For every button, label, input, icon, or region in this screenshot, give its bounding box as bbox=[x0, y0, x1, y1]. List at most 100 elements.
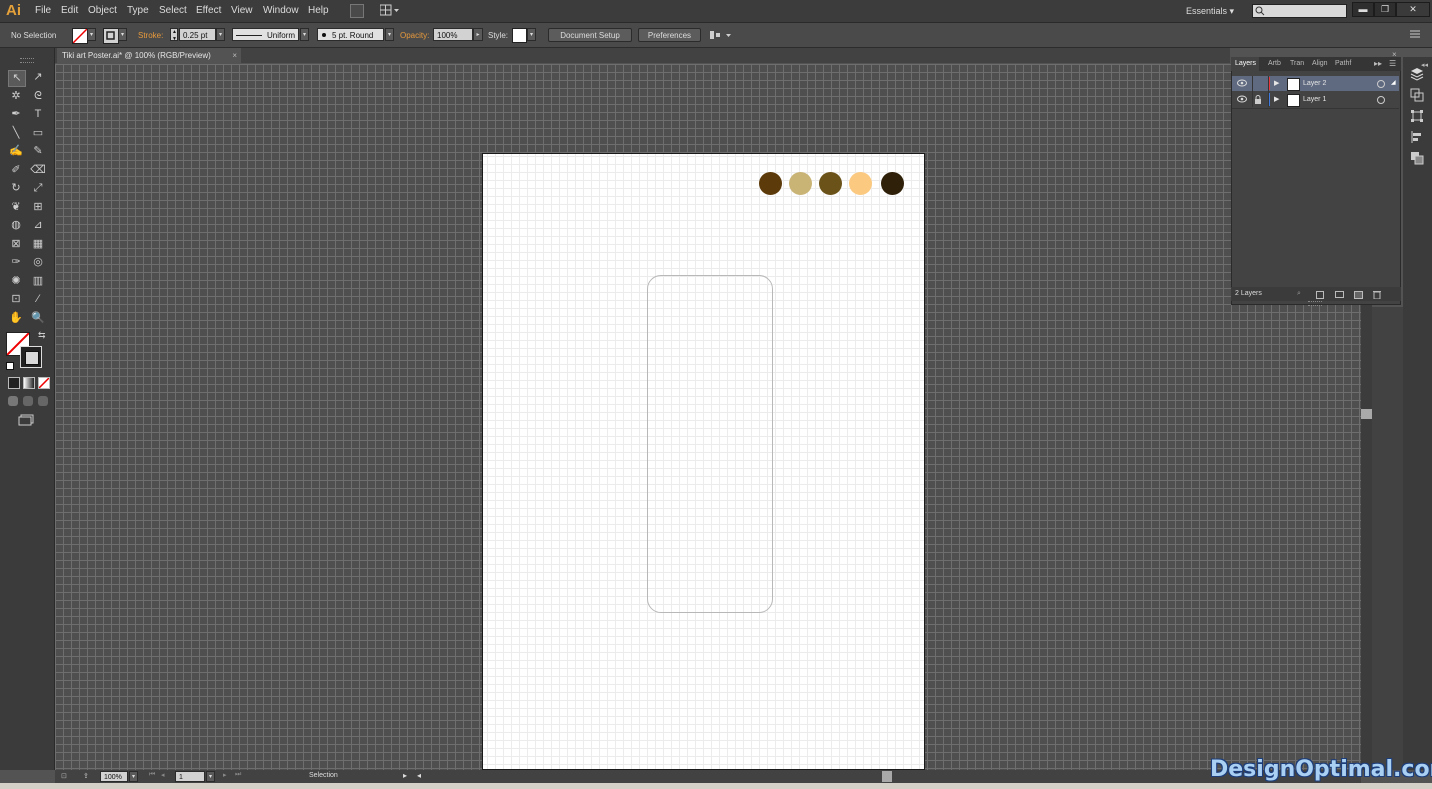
line-tool-icon[interactable]: ╲ bbox=[8, 126, 24, 141]
lock-icon[interactable] bbox=[1254, 95, 1262, 104]
stroke-weight-dropdown[interactable]: ▾ bbox=[216, 28, 225, 41]
color-swatch-circle[interactable] bbox=[819, 172, 842, 195]
menu-file[interactable]: File bbox=[35, 5, 51, 16]
clipping-mask-icon[interactable] bbox=[1316, 291, 1324, 299]
screen-mode-icon[interactable] bbox=[18, 414, 34, 426]
shape-builder-tool-icon[interactable]: ◍ bbox=[8, 218, 24, 233]
tab-artboards[interactable]: Artb bbox=[1268, 57, 1281, 71]
preferences-button[interactable]: Preferences bbox=[638, 28, 701, 42]
menu-help[interactable]: Help bbox=[308, 5, 329, 16]
zoom-dropdown[interactable]: ▾ bbox=[129, 771, 138, 782]
blob-brush-tool-icon[interactable]: ✐ bbox=[8, 163, 24, 178]
pen-tool-icon[interactable]: ✒ bbox=[8, 107, 24, 122]
tab-transform[interactable]: Tran bbox=[1290, 57, 1304, 71]
fill-swatch[interactable] bbox=[72, 28, 88, 44]
swap-fill-stroke-icon[interactable]: ⇆ bbox=[38, 330, 46, 341]
target-circle-icon[interactable] bbox=[1377, 80, 1385, 88]
trash-icon[interactable] bbox=[1373, 290, 1381, 299]
variable-width-profile[interactable]: Uniform bbox=[232, 28, 299, 41]
panel-menu-icon[interactable]: ☰ bbox=[1389, 57, 1396, 71]
magic-wand-tool-icon[interactable]: ✲ bbox=[8, 89, 24, 104]
style-dropdown[interactable]: ▾ bbox=[527, 28, 536, 41]
expand-triangle-icon[interactable]: ▶ bbox=[1274, 76, 1279, 91]
align-panel-icon[interactable] bbox=[1410, 130, 1424, 144]
draw-inside-icon[interactable] bbox=[38, 396, 48, 406]
share-icon[interactable]: ⇪ bbox=[83, 772, 89, 780]
blend-tool-icon[interactable]: ◎ bbox=[30, 255, 46, 270]
gradient-tool-icon[interactable]: ▦ bbox=[30, 237, 46, 252]
pencil-tool-icon[interactable]: ✎ bbox=[30, 144, 46, 159]
direct-selection-tool-icon[interactable]: ↗ bbox=[30, 70, 46, 85]
tab-layers[interactable]: Layers bbox=[1231, 57, 1259, 71]
free-transform-tool-icon[interactable]: ⊞ bbox=[30, 200, 46, 215]
restore-button[interactable]: ❐ bbox=[1374, 2, 1396, 17]
menu-type[interactable]: Type bbox=[127, 5, 149, 16]
scroll-left-icon[interactable]: ◂ bbox=[417, 771, 421, 780]
eyedropper-tool-icon[interactable]: ✑ bbox=[8, 255, 24, 270]
layer-name[interactable]: Layer 1 bbox=[1303, 92, 1326, 107]
draw-behind-icon[interactable] bbox=[23, 396, 33, 406]
stroke-swatch[interactable] bbox=[103, 28, 119, 44]
arrange-documents-icon[interactable] bbox=[380, 4, 400, 16]
stroke-label[interactable]: Stroke: bbox=[138, 31, 163, 40]
workspace-switcher[interactable]: Essentials ▾ bbox=[1186, 6, 1234, 17]
menu-window[interactable]: Window bbox=[263, 5, 299, 16]
rectangle-tool-icon[interactable]: ▭ bbox=[30, 126, 46, 141]
gradient-mode-icon[interactable] bbox=[23, 377, 35, 389]
warp-tool-icon[interactable]: ❦ bbox=[8, 200, 24, 215]
color-swatch-circle[interactable] bbox=[849, 172, 872, 195]
rotate-tool-icon[interactable]: ↻ bbox=[8, 181, 24, 196]
perspective-grid-tool-icon[interactable]: ⊿ bbox=[30, 218, 46, 233]
menu-edit[interactable]: Edit bbox=[61, 5, 78, 16]
artboard-nav-icon[interactable]: ⊡ bbox=[61, 772, 67, 780]
zoom-tool-icon[interactable]: 🔍 bbox=[30, 311, 46, 326]
new-sublayer-icon[interactable] bbox=[1335, 291, 1344, 298]
control-panel-menu-icon[interactable] bbox=[1410, 30, 1420, 38]
tab-pathfinder[interactable]: Pathf bbox=[1335, 57, 1351, 71]
layer-row[interactable]: ▶ Layer 2 ◢ bbox=[1232, 76, 1399, 91]
locate-object-icon[interactable]: ⌕ bbox=[1297, 287, 1301, 301]
menu-select[interactable]: Select bbox=[159, 5, 187, 16]
column-graph-tool-icon[interactable]: ▥ bbox=[30, 274, 46, 289]
brush-dropdown[interactable]: ▾ bbox=[385, 28, 394, 41]
panel-expand-icon[interactable]: ▸▸ bbox=[1374, 57, 1382, 71]
menu-effect[interactable]: Effect bbox=[196, 5, 221, 16]
help-search-input[interactable] bbox=[1252, 4, 1347, 18]
bridge-icon[interactable] bbox=[350, 4, 364, 18]
mesh-tool-icon[interactable]: ⊠ bbox=[8, 237, 24, 252]
toolbox-grip[interactable] bbox=[20, 58, 34, 63]
graphic-style-swatch[interactable] bbox=[512, 28, 527, 43]
close-window-button[interactable]: ✕ bbox=[1396, 2, 1430, 17]
lasso-tool-icon[interactable]: ᘓ bbox=[30, 89, 46, 104]
visibility-eye-icon[interactable] bbox=[1237, 79, 1247, 87]
profile-dropdown[interactable]: ▾ bbox=[300, 28, 309, 41]
none-mode-icon[interactable] bbox=[38, 377, 50, 389]
tab-align[interactable]: Align bbox=[1312, 57, 1328, 71]
paintbrush-tool-icon[interactable]: ✍ bbox=[8, 144, 24, 159]
zoom-field[interactable]: 100% bbox=[100, 771, 128, 782]
target-circle-icon[interactable] bbox=[1377, 96, 1385, 104]
menu-view[interactable]: View bbox=[231, 5, 253, 16]
color-swatch-circle[interactable] bbox=[759, 172, 782, 195]
layers-panel-icon[interactable] bbox=[1410, 67, 1424, 81]
color-mode-icon[interactable] bbox=[8, 377, 20, 389]
eraser-tool-icon[interactable]: ⌫ bbox=[30, 163, 46, 178]
visibility-eye-icon[interactable] bbox=[1237, 95, 1247, 103]
symbol-sprayer-tool-icon[interactable]: ✺ bbox=[8, 274, 24, 289]
artboard-tool-icon[interactable]: ⊡ bbox=[8, 292, 24, 307]
document-tab[interactable]: Tiki art Poster.ai* @ 100% (RGB/Preview)… bbox=[57, 48, 241, 63]
artboard-number-field[interactable]: 1 bbox=[175, 771, 205, 782]
artboards-panel-icon[interactable] bbox=[1410, 88, 1424, 102]
first-artboard-icon[interactable]: ⏮ bbox=[149, 771, 155, 779]
stroke-color-box[interactable] bbox=[20, 346, 42, 368]
status-menu-arrow-icon[interactable]: ▸ bbox=[403, 771, 407, 780]
new-layer-icon[interactable] bbox=[1354, 291, 1363, 299]
rounded-rectangle-shape[interactable] bbox=[647, 275, 773, 613]
selection-tool-icon[interactable]: ↖ bbox=[8, 70, 26, 87]
fill-dropdown[interactable]: ▾ bbox=[87, 28, 96, 41]
opacity-field[interactable]: 100% bbox=[433, 28, 473, 41]
draw-normal-icon[interactable] bbox=[8, 396, 18, 406]
last-artboard-icon[interactable]: ⏭ bbox=[235, 771, 241, 779]
vertical-scroll-thumb[interactable] bbox=[1361, 409, 1372, 419]
layer-name[interactable]: Layer 2 bbox=[1303, 76, 1326, 91]
